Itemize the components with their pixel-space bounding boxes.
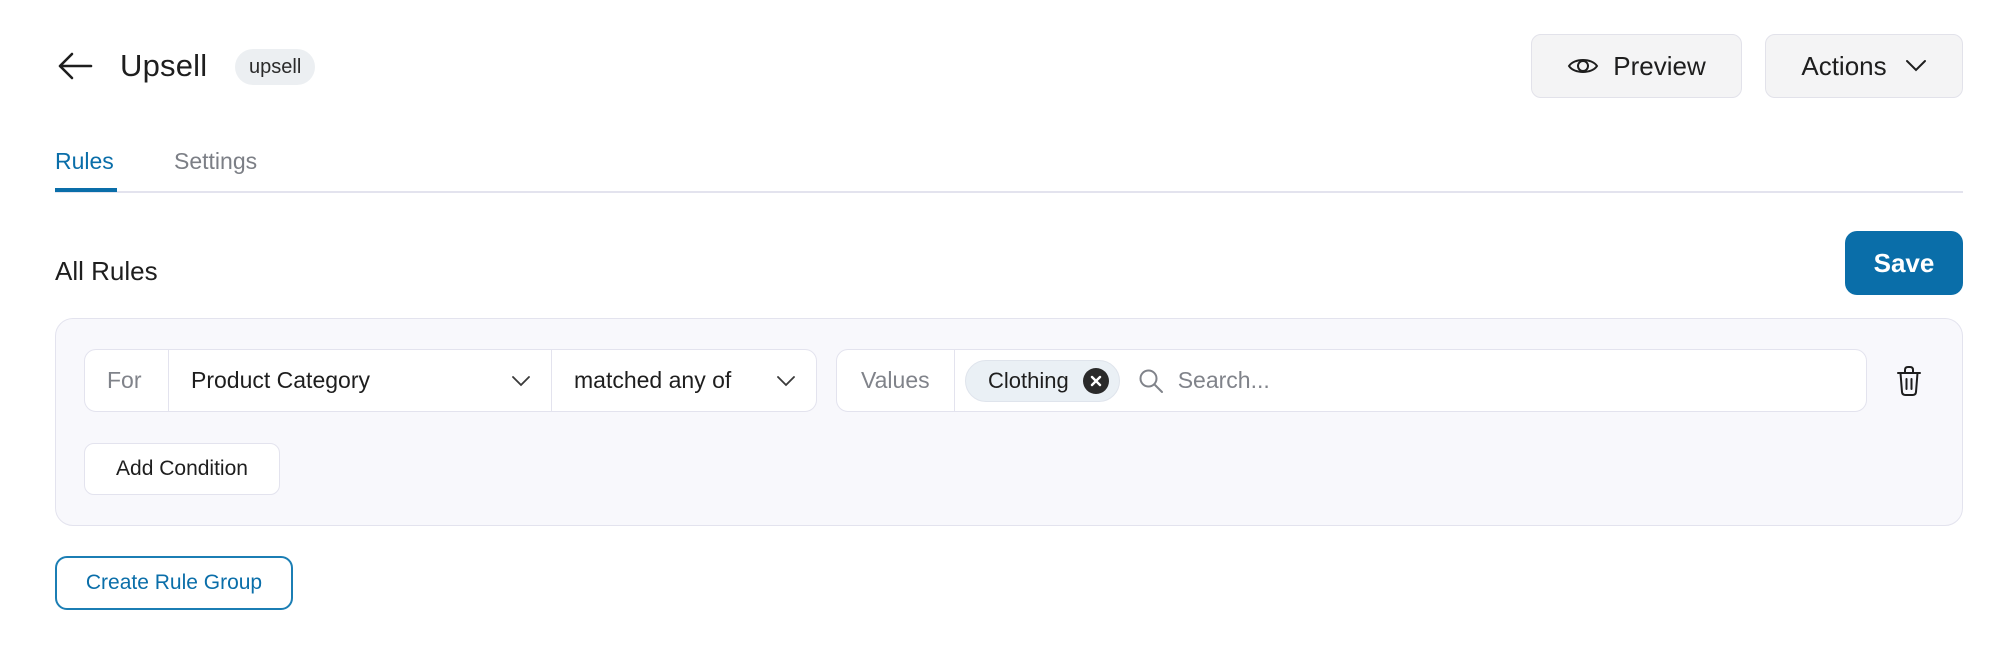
tab-settings[interactable]: Settings (174, 146, 257, 176)
save-button[interactable]: Save (1845, 231, 1963, 295)
operator-select[interactable]: matched any of (552, 350, 816, 411)
field-select-value: Product Category (191, 367, 370, 393)
actions-label: Actions (1801, 50, 1887, 81)
section-heading: All Rules (55, 256, 158, 286)
value-chip: Clothing (965, 359, 1120, 402)
field-select[interactable]: Product Category (169, 350, 552, 411)
preview-button[interactable]: Preview (1531, 34, 1742, 98)
condition-selector: For Product Category matched any of (84, 349, 817, 412)
arrow-left-icon (58, 52, 93, 80)
chevron-down-icon (1905, 60, 1926, 72)
remove-chip-button[interactable] (1082, 367, 1109, 394)
preview-label: Preview (1613, 50, 1706, 81)
actions-dropdown[interactable]: Actions (1765, 34, 1963, 98)
operator-select-value: matched any of (574, 367, 732, 393)
delete-condition-button[interactable] (1893, 364, 1925, 398)
trash-icon (1897, 366, 1921, 396)
tab-rules[interactable]: Rules (55, 146, 114, 176)
eye-icon (1568, 59, 1599, 73)
back-button[interactable] (55, 48, 95, 84)
chevron-down-icon (512, 375, 530, 386)
values-body: Clothing (955, 350, 1866, 411)
for-label: For (85, 350, 169, 411)
create-rule-group-button[interactable]: Create Rule Group (55, 556, 293, 610)
value-search (1138, 367, 1866, 394)
active-tab-indicator (55, 188, 117, 192)
tab-divider (55, 191, 1963, 193)
page-title: Upsell (120, 48, 208, 83)
value-chip-label: Clothing (988, 367, 1069, 393)
close-icon (1090, 375, 1101, 386)
add-condition-button[interactable]: Add Condition (84, 443, 280, 495)
values-field: Values Clothing (836, 349, 1867, 412)
chevron-down-icon (777, 375, 795, 386)
search-icon (1139, 369, 1163, 393)
values-label: Values (837, 350, 955, 411)
value-search-input[interactable] (1177, 367, 1778, 394)
slug-badge: upsell (235, 49, 316, 85)
